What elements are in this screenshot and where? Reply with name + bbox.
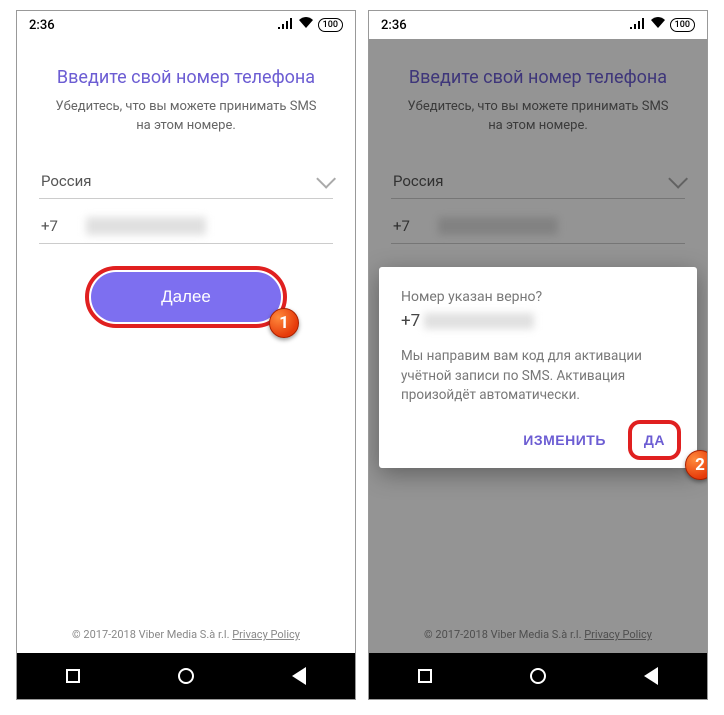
next-button[interactable]: Далее	[91, 272, 281, 322]
status-indicators: 100	[630, 17, 695, 33]
nav-recent-icon[interactable]	[418, 669, 432, 683]
android-navbar	[369, 653, 707, 699]
copyright: © 2017-2018 Viber Media S.à r.l.	[72, 628, 229, 641]
nav-back-icon[interactable]	[292, 667, 306, 685]
nav-back-icon[interactable]	[644, 667, 658, 685]
dialog-actions: ИЗМЕНИТЬ ДА	[401, 424, 675, 456]
wifi-icon	[650, 17, 666, 33]
page-title: Введите свой номер телефона	[39, 67, 333, 88]
next-button-wrap: Далее 1	[91, 272, 281, 322]
phone-input-row[interactable]: +7	[39, 209, 333, 244]
page-subtitle: Убедитесь, что вы можете принимать SMS н…	[39, 98, 333, 136]
content-area: Введите свой номер телефона Убедитесь, ч…	[369, 39, 707, 653]
content-area: Введите свой номер телефона Убедитесь, ч…	[17, 39, 355, 653]
android-navbar	[17, 653, 355, 699]
phone-prefix: +7	[41, 217, 58, 235]
status-indicators: 100	[278, 17, 343, 33]
annotation-badge-2: 2	[685, 450, 708, 480]
wifi-icon	[298, 17, 314, 33]
annotation-badge-1: 1	[269, 308, 299, 338]
edit-button[interactable]: ИЗМЕНИТЬ	[513, 424, 616, 456]
dialog-message: Мы направим вам код для активации учётно…	[401, 347, 675, 406]
battery-indicator: 100	[318, 18, 343, 32]
country-selector[interactable]: Россия	[39, 164, 333, 199]
nav-recent-icon[interactable]	[66, 669, 80, 683]
status-time: 2:36	[29, 18, 55, 33]
signal-icon	[278, 17, 294, 33]
yes-button-wrap: ДА	[634, 424, 675, 456]
dialog-question: Номер указан верно?	[401, 289, 675, 305]
confirm-dialog: Номер указан верно? +7 Мы направим вам к…	[379, 267, 697, 468]
country-value: Россия	[41, 172, 92, 190]
signal-icon	[630, 17, 646, 33]
dialog-number-blurred	[424, 313, 534, 329]
footer: © 2017-2018 Viber Media S.à r.l. Privacy…	[39, 628, 333, 653]
status-bar: 2:36 100	[17, 11, 355, 39]
status-bar: 2:36 100	[369, 11, 707, 39]
chevron-down-icon	[316, 169, 336, 189]
phone-screen-1: 2:36 100 Введите свой номер телефона Убе…	[16, 10, 356, 700]
privacy-policy-link[interactable]: Privacy Policy	[232, 628, 300, 641]
battery-indicator: 100	[670, 18, 695, 32]
dialog-number-prefix: +7	[401, 311, 420, 331]
phone-screen-2: 2:36 100 Введите свой номер телефона Убе…	[368, 10, 708, 700]
status-time: 2:36	[381, 18, 407, 33]
yes-button[interactable]: ДА	[634, 424, 675, 456]
nav-home-icon[interactable]	[530, 668, 546, 684]
nav-home-icon[interactable]	[178, 668, 194, 684]
dialog-number: +7	[401, 311, 675, 331]
phone-number-blurred	[86, 217, 206, 235]
